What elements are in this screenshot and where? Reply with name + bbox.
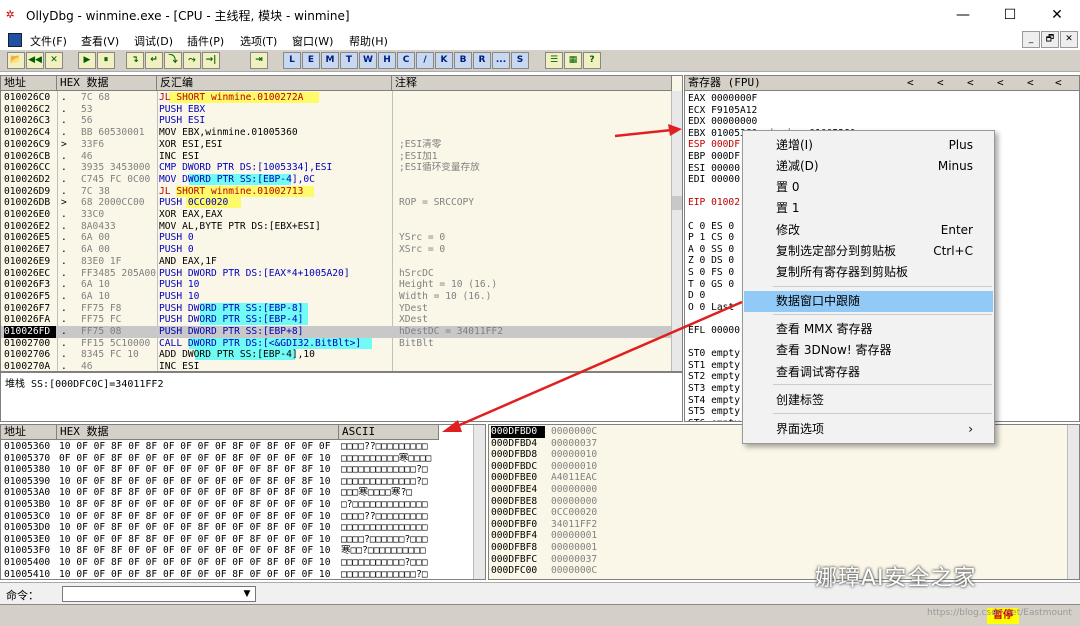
arrow-to-ebx xyxy=(614,128,673,138)
annotation-arrows xyxy=(442,124,743,432)
command-dropdown-icon[interactable]: ▼ xyxy=(240,587,254,601)
arrow-head-ebx xyxy=(668,124,682,136)
blog-url-watermark: https://blog.csdn.net/Eastmount xyxy=(927,608,1072,618)
wechat-watermark: 娜璋AI安全之家 xyxy=(815,566,977,591)
status-bar: 暂停 xyxy=(0,604,1080,626)
arrow-head-dump xyxy=(442,420,462,432)
command-label: 命令： xyxy=(6,589,39,602)
arrow-to-dump xyxy=(454,300,743,429)
command-input[interactable] xyxy=(62,586,256,602)
